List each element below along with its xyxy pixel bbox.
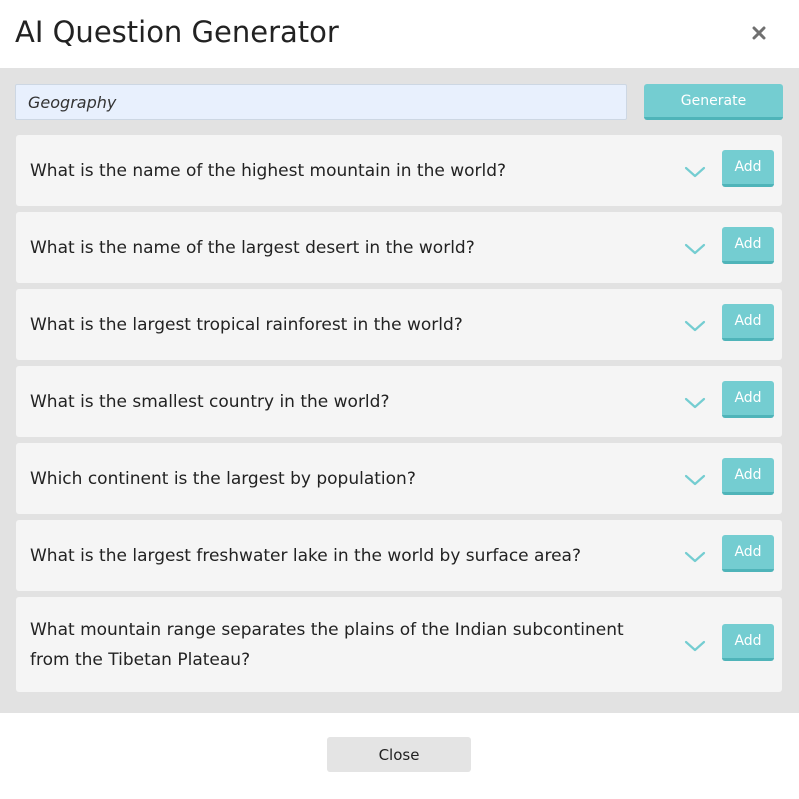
add-question-button[interactable]: Add (722, 381, 774, 418)
question-list: What is the name of the highest mountain… (16, 135, 782, 698)
topic-input[interactable] (15, 84, 627, 120)
question-text: What is the name of the largest desert i… (30, 237, 475, 258)
question-card: What is the smallest country in the worl… (16, 366, 782, 437)
question-text: What is the name of the highest mountain… (30, 160, 507, 181)
question-text: Which continent is the largest by popula… (30, 468, 416, 489)
chevron-down-icon[interactable] (683, 549, 707, 563)
add-question-button[interactable]: Add (722, 150, 774, 187)
question-text: What mountain range separates the plains… (30, 619, 624, 670)
question-text: What is the smallest country in the worl… (30, 391, 390, 412)
question-card: What mountain range separates the plains… (16, 597, 782, 692)
question-card: Which continent is the largest by popula… (16, 443, 782, 514)
add-question-button[interactable]: Add (722, 535, 774, 572)
close-button[interactable]: Close (327, 737, 471, 772)
ai-question-generator-dialog: AI Question Generator Generate What is t… (0, 0, 799, 799)
dialog-header: AI Question Generator (0, 0, 799, 68)
question-text: What is the largest freshwater lake in t… (30, 545, 581, 566)
question-card: What is the largest freshwater lake in t… (16, 520, 782, 591)
question-card: What is the name of the highest mountain… (16, 135, 782, 206)
generate-button[interactable]: Generate (644, 84, 783, 120)
question-text: What is the largest tropical rainforest … (30, 314, 463, 335)
chevron-down-icon[interactable] (683, 395, 707, 409)
dialog-title: AI Question Generator (15, 15, 339, 49)
chevron-down-icon[interactable] (683, 164, 707, 178)
dialog-body: Generate What is the name of the highest… (0, 68, 799, 713)
chevron-down-icon[interactable] (683, 241, 707, 255)
chevron-down-icon[interactable] (683, 318, 707, 332)
close-icon[interactable] (746, 20, 772, 46)
add-question-button[interactable]: Add (722, 304, 774, 341)
question-card: What is the name of the largest desert i… (16, 212, 782, 283)
chevron-down-icon[interactable] (683, 472, 707, 486)
add-question-button[interactable]: Add (722, 624, 774, 661)
add-question-button[interactable]: Add (722, 227, 774, 264)
dialog-footer: Close (0, 713, 799, 799)
add-question-button[interactable]: Add (722, 458, 774, 495)
question-card: What is the largest tropical rainforest … (16, 289, 782, 360)
chevron-down-icon[interactable] (683, 638, 707, 652)
